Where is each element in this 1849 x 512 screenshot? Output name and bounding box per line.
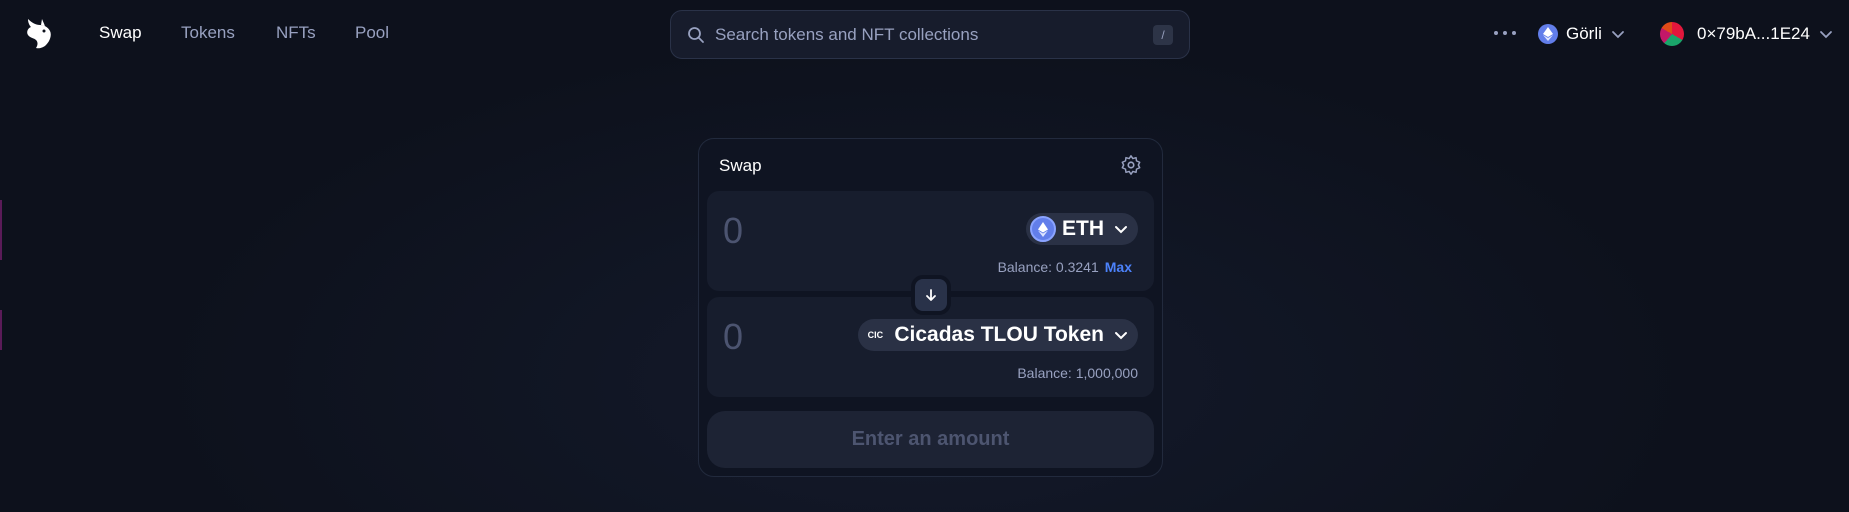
enter-amount-button[interactable]: Enter an amount [707, 411, 1154, 468]
account-button[interactable]: 0×79bA...1E24 [1660, 18, 1840, 50]
swap-card: Swap ETH Balance: 0.3241 Max [698, 138, 1163, 477]
more-dots-icon [1494, 31, 1498, 35]
nav-link-nfts[interactable]: NFTs [276, 23, 316, 43]
arrow-down-icon [926, 289, 936, 301]
output-token-selector[interactable]: CIC Cicadas TLOU Token [858, 319, 1138, 351]
output-balance: Balance: 1,000,000 [1017, 365, 1138, 381]
ethereum-icon [1030, 216, 1056, 242]
token-logo: CIC [867, 330, 884, 340]
swap-direction-button[interactable] [911, 275, 951, 315]
network-selector-button[interactable]: Görli [1538, 18, 1638, 50]
account-address: 0×79bA...1E24 [1697, 24, 1810, 43]
input-amount-field[interactable] [723, 209, 923, 253]
uniswap-logo-icon[interactable] [22, 15, 56, 51]
search-bar[interactable]: / [670, 10, 1190, 59]
input-balance: Balance: 0.3241 Max [998, 259, 1132, 275]
top-nav: Swap Tokens NFTs Pool / Görli 0×79bA...1… [0, 0, 1849, 70]
edge-accent [0, 200, 2, 260]
settings-gear-icon[interactable] [1120, 154, 1142, 176]
input-balance-label: Balance: 0.3241 [997, 259, 1099, 275]
search-shortcut-badge: / [1153, 25, 1173, 45]
more-options-button[interactable] [1494, 22, 1516, 44]
search-icon [688, 27, 704, 43]
output-token-symbol: Cicadas TLOU Token [894, 323, 1104, 346]
more-dots-icon [1503, 31, 1507, 35]
chevron-down-icon [1820, 31, 1832, 39]
chevron-down-icon [1115, 332, 1127, 340]
max-button[interactable]: Max [1105, 259, 1132, 275]
chevron-down-icon [1612, 31, 1624, 39]
nav-link-pool[interactable]: Pool [355, 23, 389, 43]
ethereum-icon [1538, 24, 1558, 44]
nav-link-swap[interactable]: Swap [99, 23, 142, 43]
nav-link-tokens[interactable]: Tokens [181, 23, 235, 43]
avatar [1660, 22, 1684, 46]
chevron-down-icon [1115, 226, 1127, 234]
edge-accent [0, 310, 2, 350]
network-label: Görli [1566, 24, 1602, 43]
input-token-selector[interactable]: ETH [1026, 213, 1138, 245]
input-token-symbol: ETH [1062, 217, 1104, 240]
search-input[interactable] [715, 11, 1135, 58]
swap-title: Swap [719, 156, 762, 175]
more-dots-icon [1512, 31, 1516, 35]
